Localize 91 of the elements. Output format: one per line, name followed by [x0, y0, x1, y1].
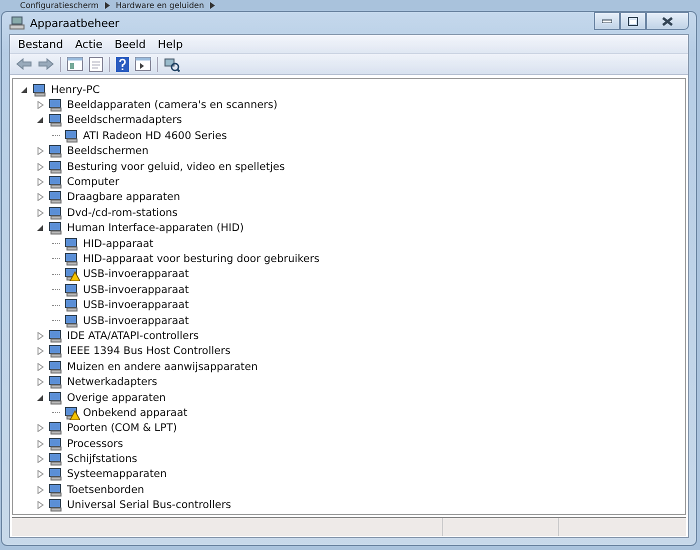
expand-arrow-icon[interactable] [36, 378, 44, 386]
tree-item-label[interactable]: Netwerkadapters [67, 376, 158, 388]
expand-arrow-icon[interactable] [36, 455, 44, 464]
tree-item-label[interactable]: Beeldschermadapters [67, 114, 182, 126]
device-icon [48, 206, 64, 220]
device-icon [48, 467, 64, 482]
expand-arrow-icon[interactable] [36, 147, 44, 156]
device-icon [48, 390, 64, 404]
expand-arrow-icon[interactable] [36, 101, 44, 110]
tree-item-label[interactable]: Beeldschermen [67, 145, 149, 158]
tree-item-label[interactable]: Onbekend apparaat [83, 406, 188, 419]
tree-item-label[interactable]: Overige apparaten [67, 392, 166, 404]
chevron-icon [210, 2, 216, 9]
collapse-arrow-icon[interactable] [36, 116, 44, 124]
expand-arrow-icon[interactable] [36, 347, 44, 356]
collapse-arrow-icon[interactable] [20, 86, 28, 94]
expand-arrow-icon[interactable] [36, 440, 44, 448]
menu-item[interactable]: Bestand [14, 38, 68, 50]
minimize-icon [602, 19, 612, 23]
device-icon [48, 98, 64, 112]
maximize-button[interactable] [620, 12, 646, 30]
tree-item-label[interactable]: Beeldapparaten (camera's en scanners) [67, 99, 278, 112]
tree-item-label[interactable]: Human Interface-apparaten (HID) [67, 222, 244, 234]
tree-item-label[interactable]: Computer [67, 176, 120, 188]
expand-arrow-icon[interactable] [36, 332, 44, 340]
properties-icon[interactable] [89, 56, 103, 72]
expand-arrow-icon[interactable] [36, 208, 44, 217]
device-icon [48, 436, 64, 451]
action-pane-icon[interactable] [135, 57, 151, 71]
tree-item-label[interactable]: Dvd-/cd-rom-stations [67, 206, 178, 219]
tree-item-label[interactable]: Henry-PC [51, 84, 100, 96]
tree-item-label[interactable]: USB-invoerapparaat [83, 314, 189, 327]
device-icon [48, 190, 64, 204]
back-icon[interactable] [16, 58, 32, 70]
scan-hardware-icon[interactable] [164, 56, 180, 72]
device-icon [48, 421, 64, 436]
device-icon [48, 113, 64, 128]
menu-item[interactable]: Actie [71, 38, 107, 50]
device-icon [48, 144, 64, 158]
breadcrumb-item[interactable]: Hardware en geluiden [116, 0, 204, 10]
device-icon [48, 175, 64, 190]
tree-item-label[interactable]: Universal Serial Bus-controllers [67, 499, 232, 512]
close-icon [662, 16, 673, 26]
device-icon [48, 328, 64, 343]
device-icon [48, 344, 64, 358]
close-button[interactable] [646, 12, 689, 30]
device-icon [48, 482, 64, 497]
breadcrumb-item[interactable]: Configuratiescherm [20, 0, 99, 10]
device-icon [32, 82, 48, 97]
expand-arrow-icon[interactable] [36, 470, 44, 478]
menu-item[interactable]: Beeld [110, 38, 150, 50]
device-icon [48, 160, 64, 174]
collapse-arrow-icon[interactable] [36, 394, 44, 402]
tree-item-label[interactable]: Processors [67, 438, 124, 450]
tree-item-label[interactable]: HID-apparaat voor besturing door gebruikers [83, 252, 320, 265]
device-icon [48, 375, 64, 390]
tree-item-label[interactable]: USB-invoerapparaat [83, 299, 189, 312]
tree-item-label[interactable]: IEEE 1394 Bus Host Controllers [67, 345, 230, 358]
minimize-button[interactable] [594, 12, 620, 30]
tree-item-label[interactable]: Poorten (COM & LPT) [67, 422, 177, 434]
tree-item-label[interactable]: Muizen en andere aanwijsapparaten [67, 360, 258, 373]
forward-icon[interactable] [38, 58, 54, 70]
tree-item-label[interactable]: IDE ATA/ATAPI-controllers [67, 330, 199, 342]
console-tree-icon[interactable] [67, 57, 83, 71]
expand-arrow-icon[interactable] [36, 178, 44, 186]
tree-item-label[interactable]: ATI Radeon HD 4600 Series [83, 130, 227, 142]
window-title: Apparaatbeheer [30, 16, 120, 30]
tree-item-label[interactable]: USB-invoerapparaat [83, 284, 189, 296]
device-icon [48, 452, 64, 466]
tree-item-label[interactable]: Besturing voor geluid, video en spelletjes [67, 160, 285, 173]
tree-item-label[interactable]: USB-invoerapparaat [83, 268, 189, 280]
device-icon [48, 360, 64, 374]
help-icon[interactable] [116, 56, 129, 72]
tree-item-label[interactable]: Draagbare apparaten [67, 191, 180, 204]
expand-arrow-icon[interactable] [36, 362, 44, 371]
maximize-icon [628, 16, 638, 26]
tree-item-label[interactable]: Systeemapparaten [67, 468, 167, 480]
expand-arrow-icon[interactable] [36, 193, 44, 202]
expand-arrow-icon[interactable] [36, 162, 44, 171]
device-icon [48, 498, 64, 512]
tree-item-label[interactable]: Toetsenborden [67, 484, 144, 496]
expand-arrow-icon[interactable] [36, 424, 44, 432]
collapse-arrow-icon[interactable] [36, 224, 44, 232]
computer-icon [9, 16, 25, 30]
expand-arrow-icon[interactable] [36, 501, 44, 510]
menu-item[interactable]: Help [154, 38, 187, 50]
tree-item-label[interactable]: HID-apparaat [83, 238, 154, 250]
expand-arrow-icon[interactable] [36, 486, 44, 494]
tree-item-label[interactable]: Schijfstations [67, 453, 138, 466]
device-icon [48, 221, 64, 236]
chevron-icon [104, 2, 110, 9]
